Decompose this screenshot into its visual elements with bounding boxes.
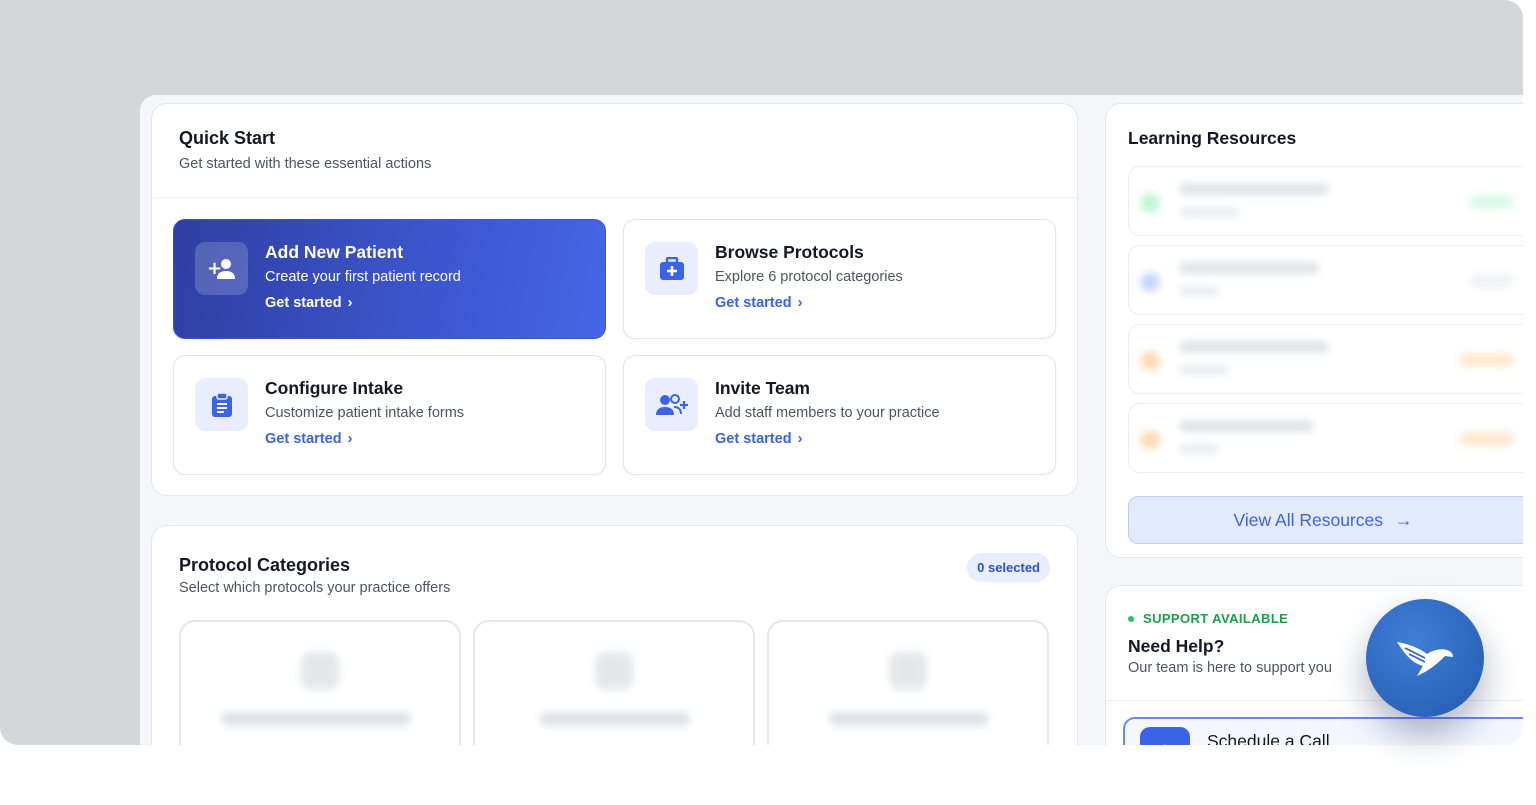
arrow-right-icon: → bbox=[1394, 509, 1413, 530]
blurred-category-icon bbox=[595, 652, 633, 690]
protocol-category-card[interactable] bbox=[473, 620, 755, 745]
action-title: Add New Patient bbox=[265, 242, 404, 262]
eagle-logo-icon bbox=[1397, 642, 1453, 676]
get-started-label: Get started bbox=[265, 295, 342, 311]
protocol-categories-title: Protocol Categories bbox=[179, 555, 351, 575]
protocol-category-card[interactable] bbox=[179, 620, 461, 745]
blurred-resource-meta bbox=[1179, 207, 1239, 217]
get-started-label: Get started bbox=[715, 431, 792, 447]
view-all-resources-button[interactable]: View All Resources → bbox=[1128, 496, 1523, 544]
action-title: Configure Intake bbox=[265, 378, 404, 398]
clipboard-icon bbox=[195, 378, 248, 431]
add-new-patient-action[interactable]: + Add New Patient Create your first pati… bbox=[173, 219, 606, 339]
chevron-right-icon: › bbox=[347, 431, 353, 447]
quick-start-subtitle: Get started with these essential actions bbox=[179, 156, 432, 172]
need-help-title: Need Help? bbox=[1128, 636, 1225, 656]
blurred-resource-tag bbox=[1459, 353, 1514, 367]
blurred-category-label bbox=[540, 712, 690, 726]
resource-item[interactable] bbox=[1128, 245, 1523, 315]
blurred-resource-icon bbox=[1141, 352, 1159, 370]
protocol-category-card[interactable] bbox=[767, 620, 1049, 745]
blurred-category-icon bbox=[301, 652, 339, 690]
get-started-label: Get started bbox=[715, 295, 792, 311]
dashboard-page: Quick Start Get started with these essen… bbox=[140, 95, 1523, 745]
blurred-resource-title bbox=[1179, 262, 1319, 274]
get-started-link[interactable]: Get started › bbox=[715, 431, 940, 447]
get-started-link[interactable]: Get started › bbox=[265, 431, 464, 447]
schedule-call-button[interactable]: Schedule a Call bbox=[1123, 717, 1523, 745]
invite-team-action[interactable]: Invite Team Add staff members to your pr… bbox=[623, 355, 1056, 475]
blurred-resource-icon bbox=[1141, 273, 1159, 291]
blurred-resource-title bbox=[1179, 420, 1314, 432]
blurred-resource-meta bbox=[1179, 365, 1229, 375]
learning-resources-card: Learning Resources View All Resources → bbox=[1105, 103, 1523, 558]
view-all-label: View All Resources bbox=[1233, 509, 1383, 530]
blurred-resource-icon bbox=[1141, 431, 1159, 449]
medical-kit-icon bbox=[645, 242, 698, 295]
action-desc: Create your first patient record bbox=[265, 269, 461, 285]
add-user-icon: + bbox=[195, 242, 248, 295]
blurred-resource-tag bbox=[1459, 432, 1514, 446]
blurred-resource-meta bbox=[1179, 444, 1219, 454]
protocol-categories-card: Protocol Categories Select which protoco… bbox=[151, 525, 1078, 745]
resource-item[interactable] bbox=[1128, 324, 1523, 394]
blurred-resource-title bbox=[1179, 183, 1329, 195]
blurred-resource-icon bbox=[1141, 194, 1159, 212]
assistant-fab-button[interactable] bbox=[1366, 599, 1484, 717]
selected-count-badge: 0 selected bbox=[967, 553, 1050, 582]
blurred-category-icon bbox=[889, 652, 927, 690]
blurred-resource-meta bbox=[1179, 286, 1219, 296]
blurred-resource-tag bbox=[1469, 274, 1514, 288]
resource-item[interactable] bbox=[1128, 166, 1523, 236]
action-desc: Add staff members to your practice bbox=[715, 405, 940, 421]
get-started-label: Get started bbox=[265, 431, 342, 447]
browse-protocols-action[interactable]: Browse Protocols Explore 6 protocol cate… bbox=[623, 219, 1056, 339]
support-status-label: SUPPORT AVAILABLE bbox=[1143, 611, 1289, 626]
action-desc: Customize patient intake forms bbox=[265, 405, 465, 421]
quick-start-header: Quick Start Get started with these essen… bbox=[152, 104, 1077, 198]
action-title: Invite Team bbox=[715, 378, 810, 398]
chevron-right-icon: › bbox=[347, 295, 353, 311]
app-frame: Quick Start Get started with these essen… bbox=[0, 0, 1523, 745]
blurred-category-label bbox=[221, 712, 411, 726]
learning-resources-title: Learning Resources bbox=[1128, 128, 1297, 148]
team-add-icon bbox=[645, 378, 698, 431]
calendar-icon bbox=[1140, 727, 1190, 745]
resource-item[interactable] bbox=[1128, 403, 1523, 473]
need-help-subtitle: Our team is here to support you bbox=[1128, 660, 1332, 676]
protocol-categories-subtitle: Select which protocols your practice off… bbox=[179, 580, 451, 596]
schedule-call-label: Schedule a Call bbox=[1207, 731, 1330, 745]
get-started-link[interactable]: Get started › bbox=[715, 295, 903, 311]
chevron-right-icon: › bbox=[797, 295, 803, 311]
status-dot-icon bbox=[1128, 615, 1134, 622]
quick-start-title: Quick Start bbox=[179, 128, 276, 148]
configure-intake-action[interactable]: Configure Intake Customize patient intak… bbox=[173, 355, 606, 475]
blurred-resource-tag bbox=[1469, 195, 1514, 209]
blurred-resource-title bbox=[1179, 341, 1329, 353]
get-started-link[interactable]: Get started › bbox=[265, 295, 461, 311]
action-title: Browse Protocols bbox=[715, 242, 864, 262]
chevron-right-icon: › bbox=[797, 431, 803, 447]
action-desc: Explore 6 protocol categories bbox=[715, 269, 903, 285]
blurred-category-label bbox=[829, 712, 989, 726]
quick-start-card: Quick Start Get started with these essen… bbox=[151, 103, 1078, 496]
support-status: SUPPORT AVAILABLE bbox=[1128, 611, 1288, 626]
